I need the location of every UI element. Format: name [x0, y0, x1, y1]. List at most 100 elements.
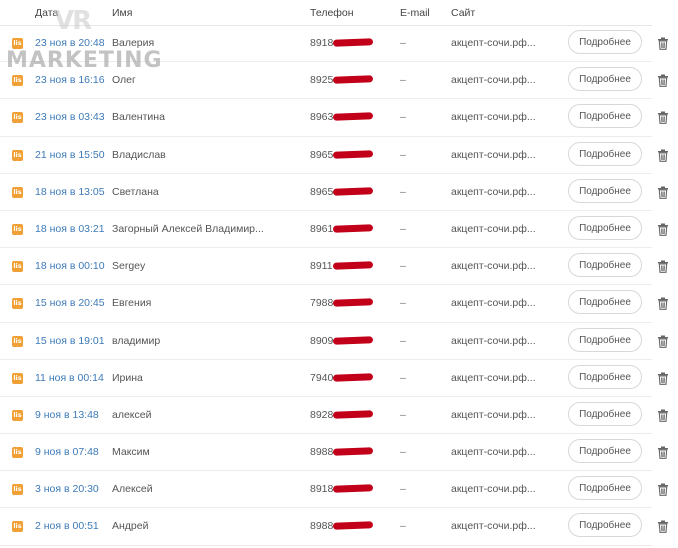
- row-email: –: [400, 148, 406, 161]
- row-phone: 8961: [310, 222, 334, 235]
- source-icon: lis: [12, 261, 23, 273]
- source-icon: lis: [12, 223, 23, 235]
- row-email: –: [400, 334, 406, 347]
- trash-icon[interactable]: [657, 372, 669, 385]
- row-site: акцепт-сочи.рф...: [451, 483, 536, 496]
- trash-icon[interactable]: [657, 483, 669, 497]
- row-email: –: [400, 37, 406, 49]
- details-button[interactable]: Подробнее: [568, 327, 642, 352]
- row-email: –: [400, 371, 406, 384]
- phone-redaction-mark: [332, 224, 374, 233]
- row-date-link[interactable]: 18 ноя в 13:05: [35, 186, 105, 198]
- row-date-link[interactable]: 23 ноя в 03:43: [35, 111, 105, 123]
- trash-icon[interactable]: [657, 446, 669, 459]
- header-phone[interactable]: Телефон: [310, 7, 354, 19]
- details-button[interactable]: Подробнее: [568, 439, 642, 464]
- trash-icon[interactable]: [657, 335, 669, 348]
- details-button[interactable]: Подробнее: [568, 67, 642, 92]
- details-button[interactable]: Подробнее: [568, 513, 642, 538]
- details-button[interactable]: Подробнее: [568, 104, 642, 129]
- phone-redaction-mark: [332, 372, 374, 382]
- row-site: акцепт-сочи.рф...: [451, 148, 536, 161]
- row-email: –: [400, 297, 406, 310]
- trash-icon[interactable]: [657, 409, 669, 422]
- row-date-link[interactable]: 23 ноя в 20:48: [35, 37, 105, 49]
- details-button[interactable]: Подробнее: [568, 253, 642, 278]
- phone-redaction-mark: [332, 298, 374, 308]
- header-email[interactable]: E-mail: [400, 7, 430, 19]
- row-date-link[interactable]: 9 ноя в 07:48: [35, 446, 99, 458]
- row-phone: 8909: [310, 334, 334, 347]
- details-button[interactable]: Подробнее: [568, 476, 642, 501]
- trash-icon[interactable]: [657, 297, 669, 311]
- trash-icon[interactable]: [657, 223, 669, 236]
- row-site: акцепт-сочи.рф...: [451, 74, 536, 87]
- phone-redaction-mark: [332, 187, 374, 196]
- table-row: lis 9 ноя в 07:48 Максим 8988 – акцепт-с…: [0, 434, 668, 472]
- details-button[interactable]: Подробнее: [568, 30, 642, 54]
- row-date-link[interactable]: 2 ноя в 00:51: [35, 520, 99, 532]
- header-date[interactable]: Дата: [35, 7, 58, 19]
- row-email: –: [400, 408, 406, 421]
- details-button[interactable]: Подробнее: [568, 178, 642, 203]
- row-phone: 7940: [310, 371, 334, 384]
- leads-table: Дата Имя Телефон E-mail Сайт lis 23 ноя …: [0, 0, 678, 548]
- row-date-link[interactable]: 21 ноя в 15:50: [35, 149, 105, 161]
- row-date-link[interactable]: 18 ноя в 00:10: [35, 260, 105, 272]
- trash-icon[interactable]: [657, 74, 669, 88]
- row-site: акцепт-сочи.рф...: [451, 222, 536, 235]
- row-email: –: [400, 222, 406, 235]
- row-phone: 8925: [310, 74, 334, 87]
- row-phone: 8988: [310, 520, 334, 533]
- phone-redaction-mark: [332, 410, 374, 419]
- details-button[interactable]: Подробнее: [568, 290, 642, 315]
- row-name: Андрей: [112, 520, 149, 533]
- table-header: Дата Имя Телефон E-mail Сайт: [0, 0, 652, 26]
- source-icon: lis: [12, 409, 23, 421]
- row-email: –: [400, 260, 406, 273]
- row-name: Валерия: [112, 37, 155, 49]
- details-button[interactable]: Подробнее: [568, 215, 642, 240]
- phone-redaction-mark: [332, 447, 374, 456]
- source-icon: lis: [12, 186, 23, 198]
- row-email: –: [400, 185, 406, 198]
- source-icon: lis: [12, 112, 23, 124]
- row-name: Владислав: [112, 148, 166, 161]
- row-name: Ирина: [112, 371, 143, 384]
- row-site: акцепт-сочи.рф...: [451, 37, 536, 49]
- source-icon: lis: [12, 521, 23, 533]
- row-name: Евгения: [112, 297, 152, 310]
- header-site[interactable]: Сайт: [451, 7, 475, 19]
- row-date-link[interactable]: 11 ноя в 00:14: [35, 372, 104, 384]
- row-date-link[interactable]: 15 ноя в 20:45: [35, 297, 105, 309]
- trash-icon[interactable]: [657, 186, 669, 199]
- phone-redaction-mark: [332, 38, 374, 47]
- table-body: lis 23 ноя в 20:48 Валерия 8918 – акцепт…: [0, 25, 678, 546]
- row-date-link[interactable]: 15 ноя в 19:01: [35, 335, 105, 347]
- details-button[interactable]: Подробнее: [568, 364, 642, 389]
- phone-redaction-mark: [332, 521, 374, 531]
- row-date-link[interactable]: 9 ноя в 13:48: [35, 409, 99, 421]
- source-icon: lis: [12, 149, 23, 161]
- row-name: владимир: [112, 334, 161, 347]
- source-icon: lis: [12, 38, 23, 49]
- trash-icon[interactable]: [657, 520, 669, 534]
- row-site: акцепт-сочи.рф...: [451, 371, 536, 384]
- trash-icon[interactable]: [657, 149, 669, 162]
- trash-icon[interactable]: [657, 111, 669, 125]
- table-row: lis 9 ноя в 13:48 алексей 8928 – акцепт-…: [0, 397, 668, 435]
- row-date-link[interactable]: 3 ноя в 20:30: [35, 483, 99, 495]
- trash-icon[interactable]: [657, 260, 669, 273]
- row-phone: 8963: [310, 111, 334, 124]
- row-site: акцепт-сочи.рф...: [451, 260, 536, 273]
- details-button[interactable]: Подробнее: [568, 141, 642, 166]
- table-row: lis 2 ноя в 00:51 Андрей 8988 – акцепт-с…: [0, 508, 668, 546]
- row-phone: 7988: [310, 297, 334, 310]
- table-row: lis 18 ноя в 00:10 Sergey 8911 – акцепт-…: [0, 248, 668, 286]
- header-name[interactable]: Имя: [112, 7, 132, 19]
- row-date-link[interactable]: 23 ноя в 16:16: [35, 74, 105, 86]
- table-row: lis 21 ноя в 15:50 Владислав 8965 – акце…: [0, 137, 668, 174]
- details-button[interactable]: Подробнее: [568, 401, 642, 426]
- trash-icon[interactable]: [657, 37, 669, 50]
- row-date-link[interactable]: 18 ноя в 03:21: [35, 223, 105, 235]
